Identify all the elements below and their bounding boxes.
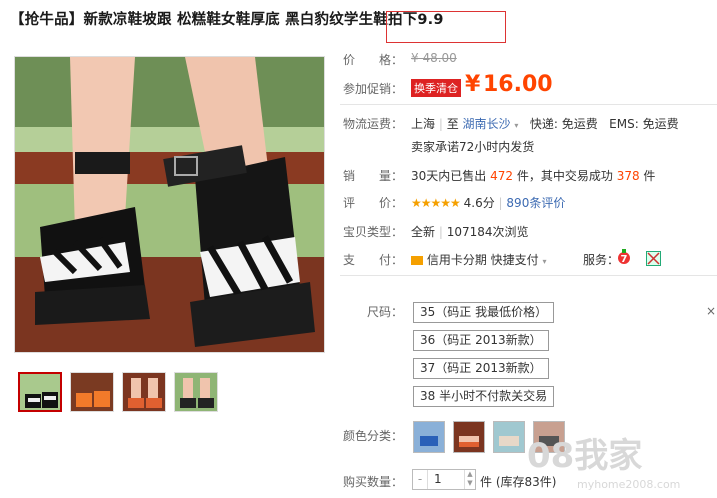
quantity-label: 购买数量： <box>343 475 404 489</box>
promo-currency: ¥ <box>465 72 481 97</box>
quantity-stepper[interactable]: - 1 ▲ ▼ <box>412 469 476 490</box>
original-price: ¥ 48.00 <box>411 51 457 65</box>
star-rating-icon: ★★★★★ <box>411 196 461 210</box>
color-swatch-1[interactable] <box>413 421 445 453</box>
success-count[interactable]: 378 <box>617 169 640 183</box>
watermark-logo: 08我家 <box>527 436 643 476</box>
stock-info: 件 (库存83件) <box>480 475 557 489</box>
thumbnail-4[interactable] <box>174 372 218 412</box>
size-option-35[interactable]: 35（码正 我最低价格） <box>413 302 555 323</box>
shipping-row: 上海 | 至 湖南长沙 ▾ 快递: 免运费 EMS: 免运费 <box>411 117 679 131</box>
sales-pre: 30天内已售出 <box>411 169 487 183</box>
guarantee-icon[interactable] <box>646 251 661 266</box>
size-option-37[interactable]: 37（码正 2013新款） <box>413 358 549 379</box>
chevron-down-icon[interactable]: ▾ <box>514 121 518 130</box>
express-fee: 快递: 免运费 <box>529 117 598 131</box>
item-type-row: 全新 | 107184次浏览 <box>411 223 529 240</box>
promo-badge: 换季清仓 <box>411 79 461 97</box>
sales-unit: 件 <box>643 169 656 183</box>
ship-destination-select[interactable]: 湖南长沙 <box>463 117 511 131</box>
price-label: 价 格： <box>343 53 404 67</box>
size-option-38[interactable]: 38 半小时不付款关交易 <box>413 386 555 407</box>
color-swatch-2[interactable] <box>453 421 485 453</box>
promo-price: 16.00 <box>483 72 553 97</box>
quantity-input[interactable]: 1 <box>428 470 464 489</box>
item-type-label: 宝贝类型： <box>343 225 404 239</box>
product-title: 【抢牛品】新款凉鞋坡跟 松糕鞋女鞋厚底 黑白豹纹学生鞋拍下9.9 <box>10 12 444 28</box>
thumbnail-2[interactable] <box>70 372 114 412</box>
sales-label: 销 量： <box>343 169 404 183</box>
ems-fee: EMS: 免运费 <box>609 117 679 131</box>
size-option-36[interactable]: 36（码正 2013新款） <box>413 330 549 351</box>
quantity-minus-button[interactable]: - <box>413 470 428 489</box>
close-icon[interactable]: × <box>706 304 716 318</box>
seven-day-return-icon[interactable]: 7 <box>617 249 631 265</box>
rating-sep: | <box>498 196 503 210</box>
payment-row: 信用卡分期 快捷支付 ▾ <box>411 251 547 268</box>
quick-pay-link[interactable]: 快捷支付 <box>491 253 539 267</box>
shipping-label: 物流运费： <box>343 117 404 131</box>
ship-from: 上海 <box>411 117 436 131</box>
service-label: 服务： <box>583 253 620 267</box>
payment-label: 支 付： <box>343 253 404 267</box>
ship-sep: 至 <box>446 117 459 131</box>
reviews-link[interactable]: 890条评价 <box>506 196 565 210</box>
thumbnail-3[interactable] <box>122 372 166 412</box>
view-count: 107184次浏览 <box>446 225 529 239</box>
sales-row: 30天内已售出 472 件，其中交易成功 378 件 <box>411 167 655 184</box>
promo-label: 参加促销： <box>343 82 404 96</box>
sales-mid: 件，其中交易成功 <box>516 169 613 183</box>
quantity-arrows-icon[interactable]: ▲ ▼ <box>464 470 475 489</box>
credit-card-icon <box>411 256 423 265</box>
credit-installment-link[interactable]: 信用卡分期 <box>427 253 487 267</box>
rating-row: ★★★★★ 4.6分 | 890条评价 <box>411 194 565 211</box>
sales-count[interactable]: 472 <box>490 169 513 183</box>
svg-text:7: 7 <box>621 254 628 265</box>
main-product-image[interactable] <box>14 56 325 353</box>
color-swatch-3[interactable] <box>493 421 525 453</box>
item-condition: 全新 <box>411 225 436 239</box>
chevron-down-icon[interactable]: ▾ <box>543 257 547 266</box>
divider <box>340 275 717 276</box>
color-label: 颜色分类： <box>343 429 404 443</box>
highlight-annotation-box <box>386 11 506 43</box>
divider <box>340 104 717 105</box>
size-label: 尺码： <box>367 305 404 319</box>
rating-score: 4.6分 <box>463 196 495 210</box>
watermark-url: myhome2008.com <box>577 478 681 491</box>
item-type-sep: | <box>438 225 443 239</box>
ship-promise: 卖家承诺72小时内发货 <box>411 140 535 154</box>
thumbnail-1[interactable] <box>18 372 62 412</box>
rating-label: 评 价： <box>343 196 404 210</box>
